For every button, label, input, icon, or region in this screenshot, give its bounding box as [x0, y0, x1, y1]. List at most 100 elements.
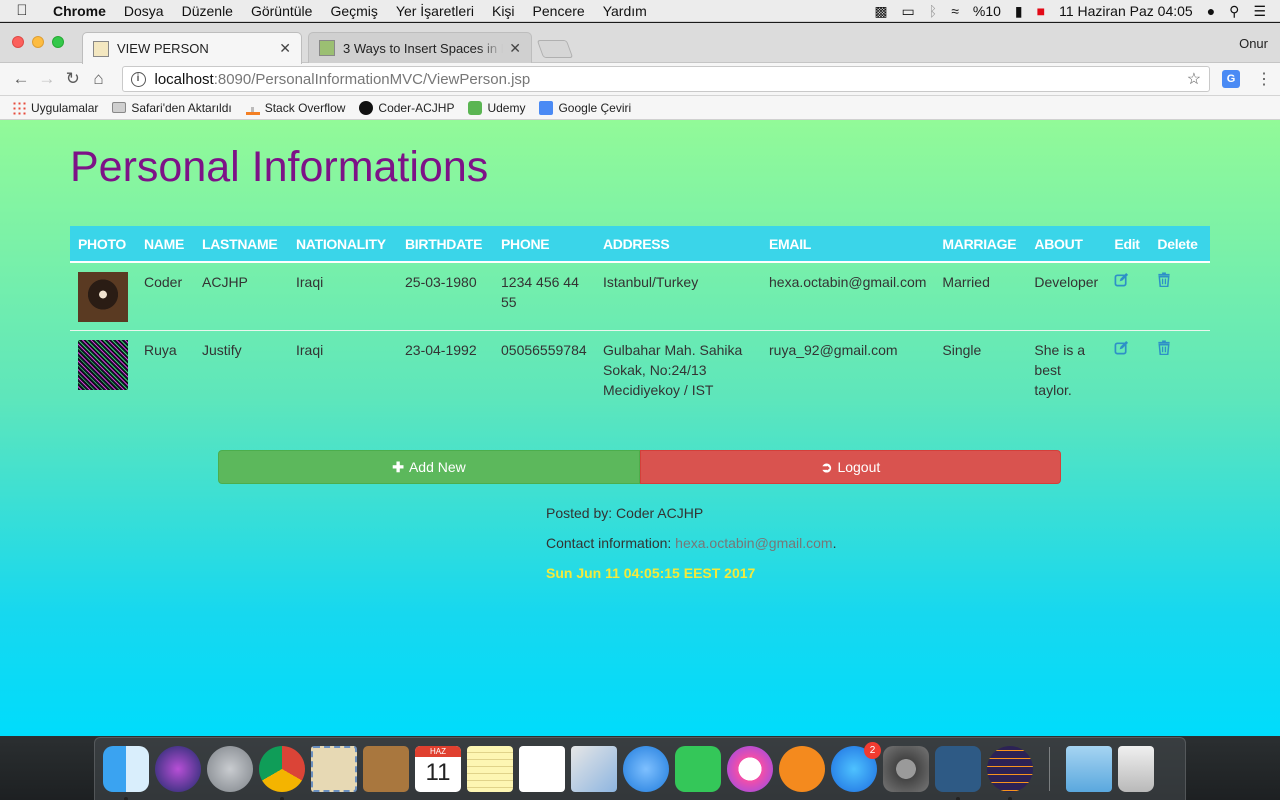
contact-label: Contact information: [546, 535, 676, 551]
menubar-datetime[interactable]: 11 Haziran Paz 04:05 [1059, 3, 1193, 19]
logout-button[interactable]: ➲ Logout [640, 450, 1061, 484]
menu-gecmis[interactable]: Geçmiş [321, 3, 386, 19]
chrome-icon[interactable] [259, 746, 305, 800]
cell-email: ruya_92@gmail.com [761, 330, 935, 408]
menu-dosya[interactable]: Dosya [115, 3, 173, 19]
calendar-icon[interactable]: HAZ 11 [415, 746, 461, 792]
bookmark-safari-folder[interactable]: Safari'den Aktarıldı [112, 101, 232, 115]
tab-close-icon[interactable]: ✕ [279, 40, 291, 57]
forward-arrow-icon[interactable]: → [34, 69, 60, 89]
menu-pencere[interactable]: Pencere [524, 3, 594, 19]
cell-birthdate: 25-03-1980 [397, 261, 493, 331]
cell-lastname: ACJHP [194, 261, 288, 331]
table-row: Coder ACJHP Iraqi 25-03-1980 1234 456 44… [70, 261, 1210, 331]
bookmark-star-icon[interactable]: ☆ [1187, 69, 1201, 89]
menu-app-chrome[interactable]: Chrome [44, 3, 115, 19]
contact-info: Contact information: hexa.octabin@gmail.… [546, 533, 836, 553]
photo-cell [70, 330, 136, 408]
bookmark-stack-overflow[interactable]: Stack Overflow [245, 100, 345, 115]
finder-icon[interactable] [103, 746, 149, 800]
col-phone: PHONE [501, 236, 550, 252]
bookmarks-bar: Uygulamalar Safari'den Aktarıldı Stack O… [0, 96, 1280, 120]
menu-kisi[interactable]: Kişi [483, 3, 524, 19]
battery-icon[interactable]: ▮ [1015, 3, 1023, 20]
reminders-icon[interactable] [519, 746, 565, 792]
cell-edit [1106, 330, 1150, 408]
launchpad-icon[interactable] [207, 746, 253, 792]
mail-icon[interactable] [311, 746, 357, 792]
table-header-row: PHOTO NAME LASTNAME NATIONALITY BIRTHDAT… [70, 226, 1210, 262]
page-content: Personal Informations PHOTO NAME LASTNAM… [0, 120, 1280, 736]
edit-icon[interactable] [1114, 340, 1141, 355]
tab-strip: VIEW PERSON ✕ 3 Ways to Insert Spaces in… [0, 23, 1280, 64]
trash-bin-icon[interactable] [1118, 746, 1154, 792]
display-icon[interactable]: ▭ [902, 3, 915, 20]
bookmark-uygulamalar[interactable]: Uygulamalar [12, 100, 98, 115]
trash-icon[interactable] [1157, 340, 1202, 355]
google-translate-extension-icon[interactable]: G [1222, 70, 1241, 88]
menu-yer-isaretleri[interactable]: Yer İşaretleri [387, 3, 483, 19]
bookmark-coder-acjhp[interactable]: Coder-ACJHP [359, 100, 454, 115]
minimize-window-button[interactable] [32, 36, 44, 48]
new-tab-button[interactable] [536, 40, 574, 58]
messages-icon[interactable] [623, 746, 669, 792]
notification-center-icon[interactable]: ☰ [1253, 3, 1266, 20]
facetime-icon[interactable] [675, 746, 721, 792]
app-store-icon[interactable]: 2 [831, 742, 881, 792]
page-title: Personal Informations [70, 143, 489, 191]
siri-icon[interactable] [155, 746, 201, 792]
mysql-workbench-icon[interactable] [935, 746, 981, 800]
battery-percent[interactable]: %10 [973, 3, 1001, 19]
menu-duzenle[interactable]: Düzenle [173, 3, 242, 19]
airplay-icon[interactable]: ▩ [874, 3, 887, 20]
home-icon[interactable]: ⌂ [86, 69, 112, 89]
bluetooth-icon[interactable]: ᛒ [929, 3, 937, 19]
bookmark-google-ceviri[interactable]: Google Çeviri [539, 100, 631, 115]
cell-marriage: Married [934, 261, 1027, 331]
tab-insert-spaces[interactable]: 3 Ways to Insert Spaces in HTML ✕ [308, 32, 532, 63]
photo-booth-icon[interactable] [571, 746, 617, 792]
back-arrow-icon[interactable]: ← [8, 69, 34, 89]
cell-edit [1106, 261, 1150, 331]
tab-favicon-icon [93, 40, 109, 57]
photo-cell [70, 261, 136, 331]
apps-grid-icon [12, 100, 26, 115]
eclipse-icon[interactable] [987, 746, 1033, 800]
profile-name[interactable]: Onur [1239, 36, 1268, 51]
tab-close-icon[interactable]: ✕ [509, 40, 521, 57]
downloads-folder-icon[interactable] [1066, 746, 1112, 792]
cell-delete [1149, 330, 1210, 408]
tab-view-person[interactable]: VIEW PERSON ✕ [82, 32, 302, 64]
chrome-menu-icon[interactable]: ⋮ [1256, 69, 1272, 89]
input-source-flag-icon[interactable]: ■ [1037, 3, 1045, 19]
address-bar[interactable]: i localhost:8090/PersonalInformationMVC/… [121, 66, 1211, 92]
menu-goruntule[interactable]: Görüntüle [242, 3, 321, 19]
cell-birthdate: 23-04-1992 [397, 330, 493, 408]
edit-icon[interactable] [1114, 272, 1141, 287]
folder-icon [112, 102, 127, 113]
apple-menu-icon[interactable]:  [0, 2, 44, 19]
reload-icon[interactable]: ↻ [60, 69, 86, 89]
itunes-icon[interactable] [727, 746, 773, 792]
add-new-button[interactable]: ✚ Add New [218, 450, 640, 484]
contacts-icon[interactable] [363, 746, 409, 792]
cell-delete [1149, 261, 1210, 331]
tab-title: VIEW PERSON [117, 41, 209, 56]
chrome-window: VIEW PERSON ✕ 3 Ways to Insert Spaces in… [0, 23, 1280, 736]
ibooks-icon[interactable] [779, 746, 825, 792]
wifi-icon[interactable]: ≈ [951, 3, 959, 19]
notes-icon[interactable] [467, 746, 513, 792]
logout-icon: ➲ [820, 458, 833, 475]
calendar-day: 11 [425, 759, 451, 786]
bookmark-udemy[interactable]: Udemy [468, 100, 525, 115]
close-window-button[interactable] [12, 36, 24, 48]
site-info-icon[interactable]: i [130, 71, 146, 87]
trash-icon[interactable] [1157, 272, 1202, 287]
menu-yardim[interactable]: Yardım [594, 3, 656, 19]
system-preferences-icon[interactable] [883, 746, 929, 792]
user-icon[interactable]: ● [1207, 3, 1215, 19]
zoom-window-button[interactable] [52, 36, 64, 48]
contact-email-link[interactable]: hexa.octabin@gmail.com [675, 535, 832, 551]
col-name: NAME [144, 236, 185, 252]
spotlight-search-icon[interactable]: ⚲ [1229, 3, 1239, 20]
